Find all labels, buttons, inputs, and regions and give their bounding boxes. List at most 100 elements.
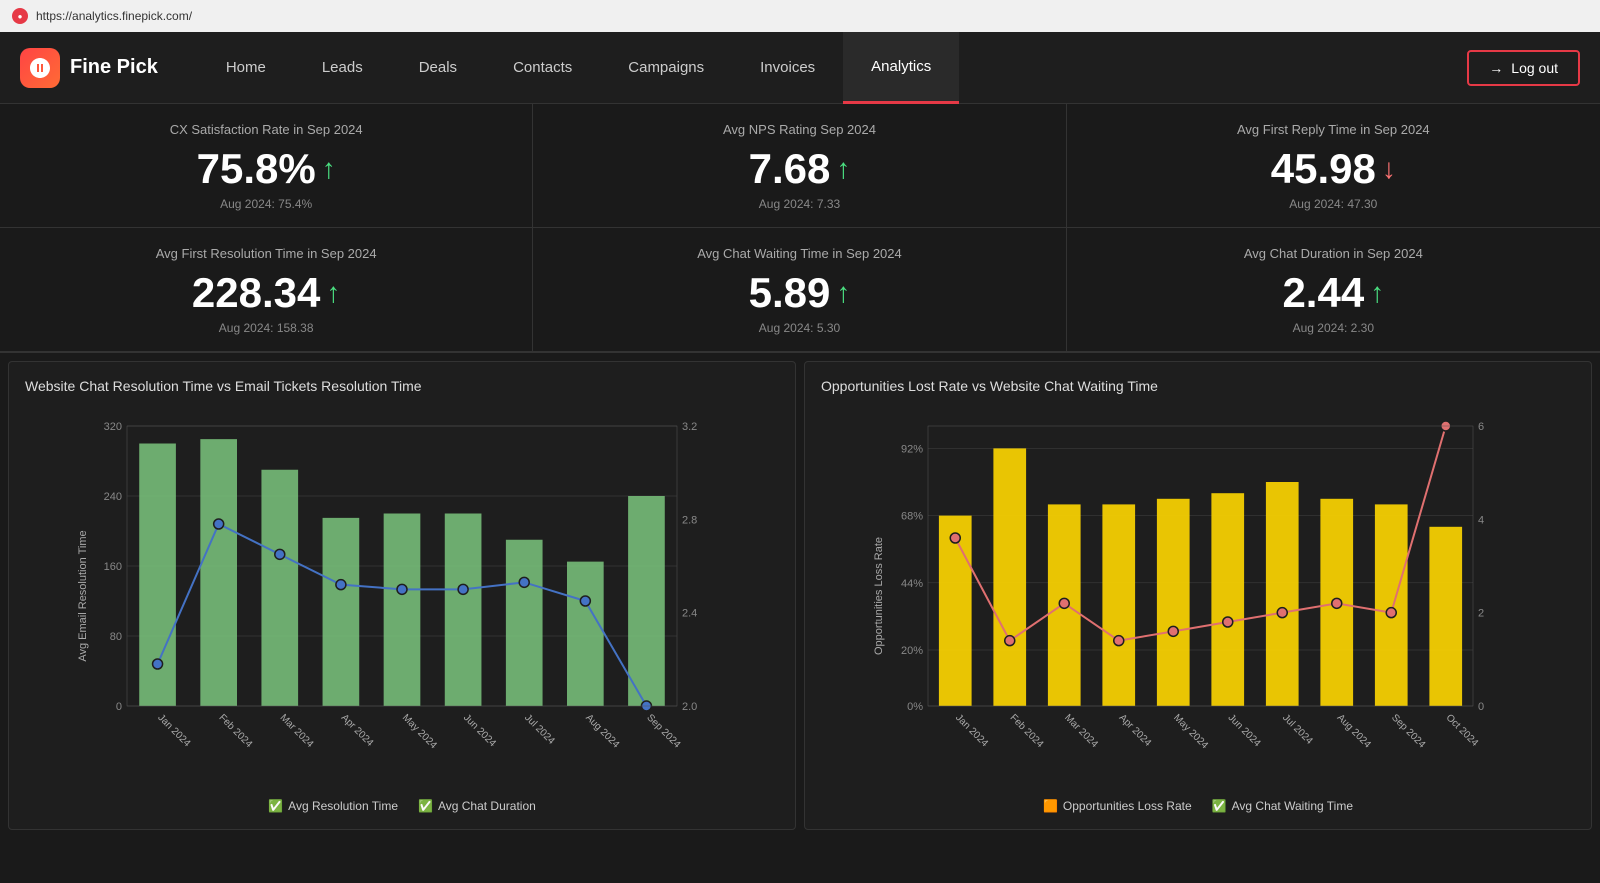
chart1-legend-bars: ✅ Avg Resolution Time <box>268 799 398 813</box>
chart1-line-label: Avg Chat Duration <box>438 799 536 813</box>
svg-text:0: 0 <box>116 701 122 713</box>
svg-text:2.0: 2.0 <box>682 701 697 713</box>
svg-text:Feb 2024: Feb 2024 <box>217 712 255 750</box>
chart2-title: Opportunities Lost Rate vs Website Chat … <box>821 378 1575 394</box>
charts-area: Website Chat Resolution Time vs Email Ti… <box>0 353 1600 838</box>
svg-text:20%: 20% <box>901 645 923 657</box>
stat-value: 5.89 ↑ <box>553 269 1045 317</box>
arrow-down-icon: ↓ <box>1382 153 1396 185</box>
chart1-line-check: ✅ <box>418 799 433 813</box>
stat-value: 7.68 ↑ <box>553 145 1045 193</box>
svg-text:Mar 2024: Mar 2024 <box>1062 712 1100 750</box>
svg-text:Aug 2024: Aug 2024 <box>583 712 621 750</box>
svg-text:68%: 68% <box>901 511 923 523</box>
svg-text:160: 160 <box>104 561 122 573</box>
chart2-legend: 🟧 Opportunities Loss Rate ✅ Avg Chat Wai… <box>821 799 1575 813</box>
stat-prev: Aug 2024: 7.33 <box>553 197 1045 211</box>
stat-card: Avg Chat Duration in Sep 2024 2.44 ↑ Aug… <box>1067 228 1600 352</box>
svg-text:Jun 2024: Jun 2024 <box>461 712 498 749</box>
chart1-bar-label: Avg Resolution Time <box>288 799 398 813</box>
chart2-svg: 0% 20% 44% 68% 92% 0 2 4 6 Jan 2024 Feb 2024 Mar 20… <box>821 406 1575 786</box>
logout-icon: → <box>1489 60 1503 76</box>
arrow-up-icon: ↑ <box>836 277 850 309</box>
svg-text:2.4: 2.4 <box>682 608 697 620</box>
stat-number: 45.98 <box>1271 145 1376 193</box>
svg-text:80: 80 <box>110 631 122 643</box>
stat-title: Avg First Reply Time in Sep 2024 <box>1087 122 1580 137</box>
svg-text:Jan 2024: Jan 2024 <box>155 712 192 749</box>
svg-text:Jul 2024: Jul 2024 <box>1280 712 1315 747</box>
svg-text:Feb 2024: Feb 2024 <box>1008 712 1046 750</box>
nav-analytics[interactable]: Analytics <box>843 32 959 104</box>
svg-text:240: 240 <box>104 491 122 503</box>
svg-text:May 2024: May 2024 <box>400 712 439 751</box>
stat-prev: Aug 2024: 5.30 <box>553 321 1045 335</box>
stat-number: 5.89 <box>749 269 831 317</box>
chart1-svg: 0801602403202.02.42.83.2Jan 2024Feb 2024… <box>25 406 779 786</box>
arrow-up-icon: ↑ <box>322 153 336 185</box>
stat-title: Avg NPS Rating Sep 2024 <box>553 122 1045 137</box>
logo-text: Fine Pick <box>70 56 158 79</box>
chart1-bar-check: ✅ <box>268 799 283 813</box>
svg-text:0%: 0% <box>907 701 923 713</box>
stat-value: 45.98 ↓ <box>1087 145 1580 193</box>
navbar: Fine Pick Home Leads Deals Contacts Camp… <box>0 32 1600 104</box>
svg-text:Jun 2024: Jun 2024 <box>1226 712 1263 749</box>
logout-button[interactable]: → Log out <box>1467 50 1580 86</box>
stat-card: Avg Chat Waiting Time in Sep 2024 5.89 ↑… <box>533 228 1066 352</box>
stat-card: Avg NPS Rating Sep 2024 7.68 ↑ Aug 2024:… <box>533 104 1066 228</box>
stat-card: Avg First Reply Time in Sep 2024 45.98 ↓… <box>1067 104 1600 228</box>
stat-number: 75.8% <box>197 145 316 193</box>
svg-text:92%: 92% <box>901 443 923 455</box>
svg-text:44%: 44% <box>901 578 923 590</box>
stat-number: 228.34 <box>192 269 320 317</box>
svg-text:Opportunities Loss Rate: Opportunities Loss Rate <box>873 537 885 655</box>
svg-text:4: 4 <box>1478 514 1484 526</box>
nav-deals[interactable]: Deals <box>391 32 485 104</box>
chart1-legend-line: ✅ Avg Chat Duration <box>418 799 536 813</box>
svg-text:6: 6 <box>1478 421 1484 433</box>
stat-title: Avg Chat Duration in Sep 2024 <box>1087 246 1580 261</box>
stat-value: 228.34 ↑ <box>20 269 512 317</box>
stat-prev: Aug 2024: 2.30 <box>1087 321 1580 335</box>
svg-text:Apr 2024: Apr 2024 <box>1117 712 1154 749</box>
logo-area: Fine Pick <box>20 48 158 88</box>
svg-text:Sep 2024: Sep 2024 <box>1389 712 1427 750</box>
svg-text:Sep 2024: Sep 2024 <box>644 712 682 750</box>
stat-prev: Aug 2024: 158.38 <box>20 321 512 335</box>
nav-links: Home Leads Deals Contacts Campaigns Invo… <box>198 32 1467 104</box>
chart1-container: Website Chat Resolution Time vs Email Ti… <box>8 361 796 830</box>
logo-icon <box>20 48 60 88</box>
nav-home[interactable]: Home <box>198 32 294 104</box>
svg-text:May 2024: May 2024 <box>1171 712 1210 751</box>
svg-text:2: 2 <box>1478 608 1484 620</box>
stat-number: 7.68 <box>749 145 831 193</box>
chart1-title: Website Chat Resolution Time vs Email Ti… <box>25 378 779 394</box>
svg-text:Jul 2024: Jul 2024 <box>522 712 557 747</box>
stat-value: 75.8% ↑ <box>20 145 512 193</box>
nav-invoices[interactable]: Invoices <box>732 32 843 104</box>
svg-text:Jan 2024: Jan 2024 <box>953 712 990 749</box>
svg-text:Oct 2024: Oct 2024 <box>1444 712 1481 749</box>
svg-text:2.8: 2.8 <box>682 514 697 526</box>
nav-campaigns[interactable]: Campaigns <box>600 32 732 104</box>
svg-text:Aug 2024: Aug 2024 <box>1335 712 1373 750</box>
svg-text:Mar 2024: Mar 2024 <box>278 712 316 750</box>
chart2-bar-check: 🟧 <box>1043 799 1058 813</box>
svg-text:0: 0 <box>1478 701 1484 713</box>
svg-text:320: 320 <box>104 421 122 433</box>
arrow-up-icon: ↑ <box>836 153 850 185</box>
chart2-bar-label: Opportunities Loss Rate <box>1063 799 1192 813</box>
stat-prev: Aug 2024: 47.30 <box>1087 197 1580 211</box>
stat-value: 2.44 ↑ <box>1087 269 1580 317</box>
svg-text:Avg Email Resolution Time: Avg Email Resolution Time <box>77 530 89 661</box>
nav-contacts[interactable]: Contacts <box>485 32 600 104</box>
nav-leads[interactable]: Leads <box>294 32 391 104</box>
chart2-line-label: Avg Chat Waiting Time <box>1232 799 1353 813</box>
chart2-line-check: ✅ <box>1212 799 1227 813</box>
stat-card: Avg First Resolution Time in Sep 2024 22… <box>0 228 533 352</box>
stat-title: Avg First Resolution Time in Sep 2024 <box>20 246 512 261</box>
logout-label: Log out <box>1511 60 1558 76</box>
arrow-up-icon: ↑ <box>1370 277 1384 309</box>
chart1-legend: ✅ Avg Resolution Time ✅ Avg Chat Duratio… <box>25 799 779 813</box>
